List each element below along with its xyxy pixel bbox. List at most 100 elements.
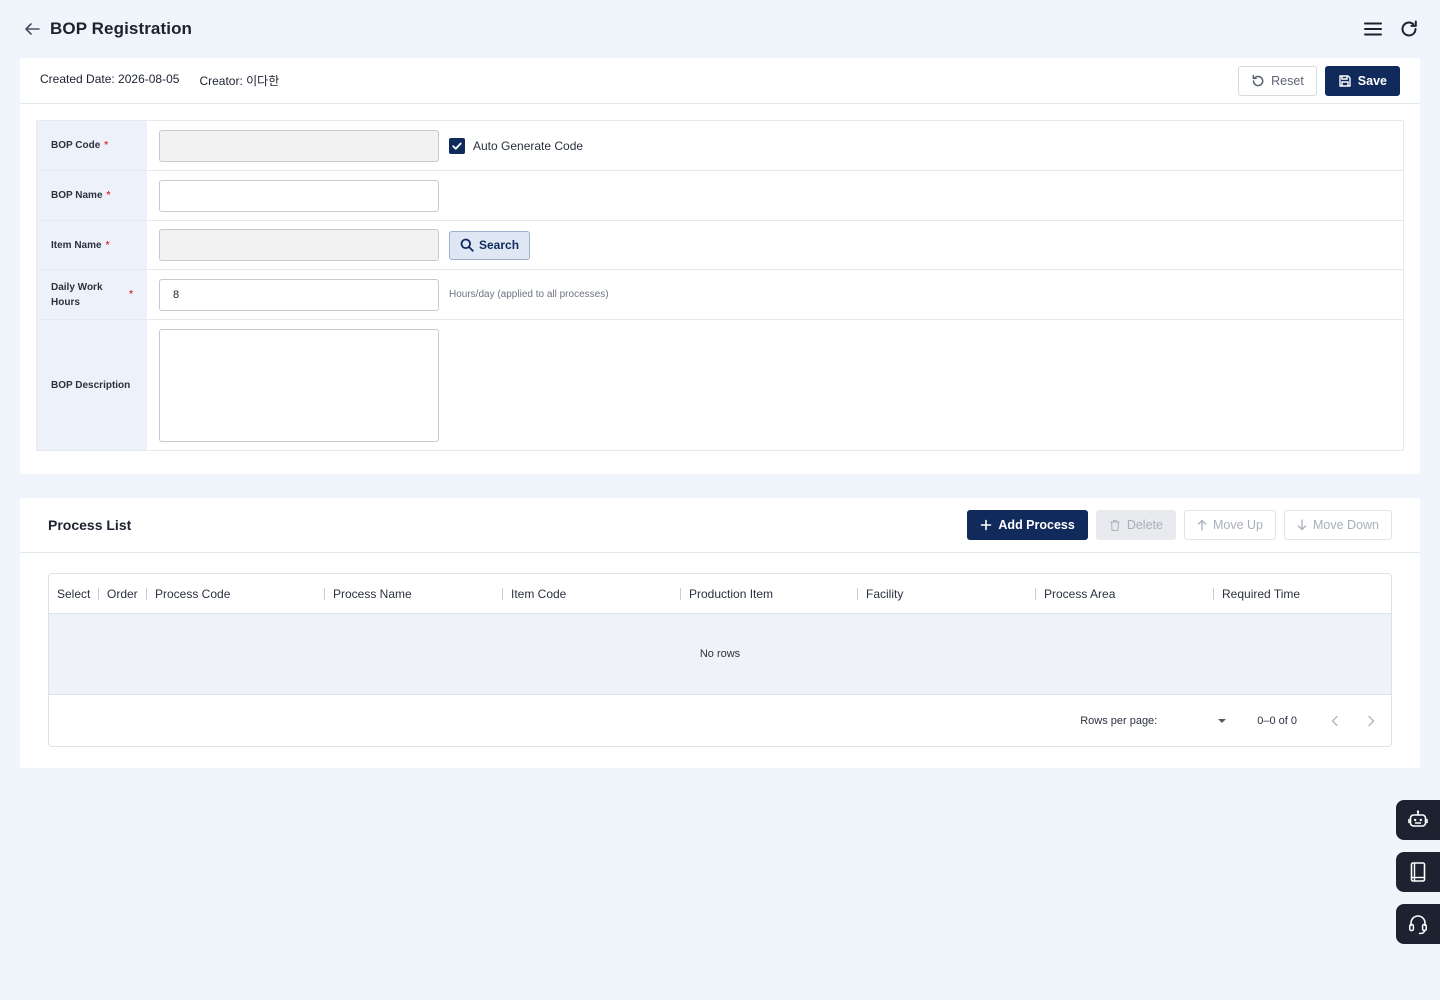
chevron-left-icon [1331,715,1338,727]
hamburger-menu-icon [1364,22,1382,36]
meta-row: Created Date: 2026-08-05 Creator: 이다한 Re… [20,58,1420,104]
daily-hours-row: Daily Work Hours * 8 Hours/day (applied … [37,270,1403,320]
description-row: BOP Description [37,320,1403,450]
checkmark-icon [452,142,462,150]
process-list-title: Process List [48,517,132,533]
grid-empty-body: No rows [49,614,1391,695]
column-header-process-code[interactable]: Process Code [147,574,325,613]
add-process-button[interactable]: Add Process [967,510,1088,540]
arrow-down-icon [1297,519,1307,531]
description-content [147,320,1403,450]
creator: Creator: 이다한 [199,74,280,88]
save-button[interactable]: Save [1324,65,1400,96]
refresh-button[interactable] [1398,18,1420,40]
chatbot-button[interactable] [1396,800,1440,840]
pager-buttons [1327,713,1379,729]
bop-code-content: Auto Generate Code [147,121,1403,170]
menu-button[interactable] [1362,18,1384,40]
reset-icon [1252,74,1264,86]
top-bar: BOP Registration [0,0,1440,58]
item-name-input[interactable] [159,229,439,261]
daily-hours-hint: Hours/day (applied to all processes) [449,289,609,300]
chatbot-icon [1408,810,1428,827]
daily-hours-content: 8 Hours/day (applied to all processes) [147,270,1403,319]
move-down-label: Move Down [1313,518,1379,532]
bop-form-card: Created Date: 2026-08-05 Creator: 이다한 Re… [20,58,1420,474]
required-mark: * [129,289,133,300]
previous-page-button[interactable] [1327,713,1343,729]
page-title: BOP Registration [50,19,193,38]
column-header-required-time[interactable]: Required Time [1214,574,1391,613]
daily-hours-label: Daily Work Hours * [37,270,147,319]
process-actions: Add Process Delete Move Up Move Down [967,510,1392,540]
grid-header: Select Order Process Code Process Name I… [49,574,1391,614]
pagination-info: 0–0 of 0 [1257,715,1297,727]
required-mark: * [106,190,111,201]
empty-message: No rows [699,648,741,660]
daily-hours-input[interactable]: 8 [159,278,439,311]
title-group: BOP Registration [22,19,192,39]
search-icon [460,238,474,252]
add-process-label: Add Process [998,518,1075,532]
column-header-facility[interactable]: Facility [858,574,1036,613]
bop-name-label: BOP Name * [37,171,147,220]
bop-code-input[interactable] [159,129,439,162]
grid-footer: Rows per page: 0–0 of 0 [49,695,1391,746]
description-label: BOP Description [37,320,147,450]
save-label: Save [1357,73,1387,88]
bop-name-row: BOP Name * [37,171,1403,221]
delete-label: Delete [1126,518,1163,532]
move-up-label: Move Up [1212,518,1263,532]
description-textarea[interactable] [159,328,439,442]
auto-generate-label: Auto Generate Code [473,138,584,153]
plus-icon [981,519,992,531]
manual-button[interactable] [1396,852,1440,892]
arrow-up-icon [1197,519,1207,531]
caret-down-icon [1218,719,1227,723]
search-label: Search [479,238,520,252]
reset-label: Reset [1271,73,1304,88]
item-search-button[interactable]: Search [449,230,531,260]
required-mark: * [104,140,109,151]
refresh-icon [1401,20,1417,37]
bop-code-row: BOP Code * Auto Generate Code [37,121,1403,171]
column-header-select[interactable]: Select [49,574,99,613]
bop-name-content [147,171,1403,220]
manual-book-icon [1410,862,1426,882]
arrow-left-icon [25,23,40,35]
column-header-process-name[interactable]: Process Name [325,574,503,613]
support-button[interactable] [1396,904,1440,944]
support-headset-icon [1409,915,1427,935]
process-grid: Select Order Process Code Process Name I… [48,573,1392,747]
top-actions [1362,18,1420,40]
rows-per-page-label: Rows per page: [1080,715,1158,727]
trash-icon [1110,519,1120,531]
process-list-card: Process List Add Process Delete Move Up [20,498,1420,768]
bop-name-input[interactable] [159,179,439,212]
delete-button[interactable]: Delete [1095,510,1176,540]
item-name-label: Item Name * [37,221,147,269]
chevron-right-icon [1368,715,1375,727]
column-header-process-area[interactable]: Process Area [1036,574,1214,613]
meta-info: Created Date: 2026-08-05 Creator: 이다한 [40,72,279,89]
checkbox-checked[interactable] [449,137,465,154]
column-header-item-code[interactable]: Item Code [503,574,681,613]
column-header-production-item[interactable]: Production Item [681,574,858,613]
reset-button[interactable]: Reset [1238,65,1317,96]
move-down-button[interactable]: Move Down [1284,510,1392,540]
bop-code-label: BOP Code * [37,121,147,170]
created-date: Created Date: 2026-08-05 [40,72,180,86]
bop-form: BOP Code * Auto Generate Code BOP Name *… [36,120,1404,451]
form-actions: Reset Save [1238,65,1400,96]
required-mark: * [105,239,110,251]
move-up-button[interactable]: Move Up [1183,510,1276,540]
column-header-order[interactable]: Order [99,574,147,613]
process-list-header: Process List Add Process Delete Move Up [20,498,1420,553]
back-button[interactable] [22,19,42,39]
next-page-button[interactable] [1363,713,1379,729]
item-name-row: Item Name * Search [37,221,1403,270]
save-icon [1339,74,1351,87]
item-name-content: Search [147,221,1403,269]
rows-per-page-select[interactable] [1173,711,1227,731]
auto-generate-checkbox[interactable]: Auto Generate Code [449,137,584,154]
